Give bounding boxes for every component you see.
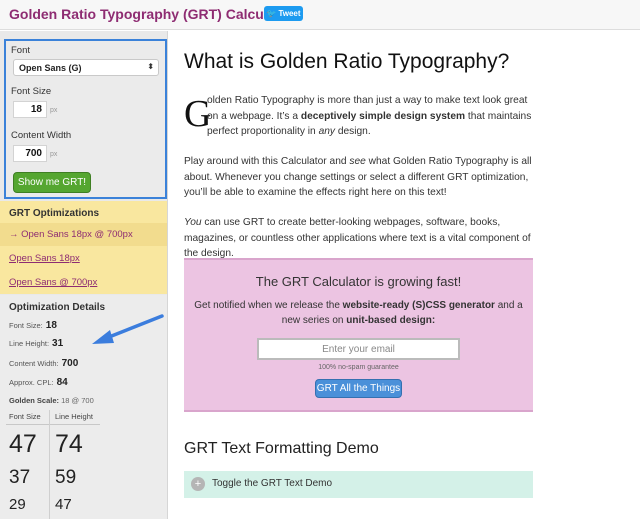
intro-text-3: design. [335, 126, 371, 137]
signup-bold-1: website-ready (S)CSS generator [342, 300, 495, 311]
detail-line-height: Line Height: 31 [9, 338, 63, 349]
detail-font-size-label: Font Size: [9, 321, 43, 330]
detail-golden-scale: Golden Scale: 18 @ 700 [9, 396, 94, 405]
optimization-link-font[interactable]: Open Sans 18px [9, 253, 80, 264]
play-paragraph: Play around with this Calculator and see… [184, 154, 536, 201]
scale-line-height-3: 47 [55, 496, 72, 513]
select-caret-icon: ⬍ [147, 62, 154, 71]
tweet-button[interactable]: 🐦 Tweet [264, 6, 303, 21]
signup-box: The GRT Calculator is growing fast! Get … [184, 258, 533, 412]
font-size-input[interactable]: 18 [13, 101, 47, 118]
play-em: see [349, 156, 366, 167]
use-paragraph: You can use GRT to create better-looking… [184, 215, 536, 262]
font-size-unit: px [50, 107, 58, 114]
detail-content-width: Content Width: 700 [9, 358, 78, 369]
play-text-1: Play around with this Calculator and [184, 156, 350, 167]
scale-line-height-2: 59 [55, 467, 77, 488]
grt-optimizations-panel: GRT Optimizations → Open Sans 18px @ 700… [0, 201, 167, 294]
settings-panel: Font Open Sans (G) ⬍ Font Size 18 px Con… [4, 39, 167, 199]
scale-font-size-1: 47 [9, 430, 37, 458]
detail-line-height-value: 31 [52, 338, 64, 349]
scale-header-divider [6, 424, 100, 425]
intro-paragraph: olden Ratio Typography is more than just… [207, 93, 537, 140]
detail-cpl-value: 84 [56, 377, 68, 388]
detail-font-size: Font Size: 18 [9, 320, 57, 331]
content-width-input[interactable]: 700 [13, 145, 47, 162]
use-em: You [184, 217, 202, 228]
detail-font-size-value: 18 [45, 320, 57, 331]
tweet-label: Tweet [278, 9, 301, 18]
scale-line-height-1: 74 [55, 430, 83, 458]
font-select[interactable]: Open Sans (G) ⬍ [13, 59, 159, 76]
font-size-label: Font Size [11, 86, 52, 97]
signup-title: The GRT Calculator is growing fast! [255, 274, 462, 289]
no-spam-note: 100% no-spam guarantee [318, 364, 399, 371]
toggle-demo-label: Toggle the GRT Text Demo [212, 478, 333, 489]
optimization-link-current[interactable]: → Open Sans 18px @ 700px [9, 229, 133, 240]
annotation-arrow-icon [92, 314, 164, 344]
scale-header-line-height: Line Height [55, 412, 93, 421]
intro-bold: deceptively simple design system [300, 110, 466, 122]
page-title: What is Golden Ratio Typography? [184, 50, 510, 73]
font-label: Font [11, 45, 31, 56]
use-text: can use GRT to create better-looking web… [184, 217, 531, 259]
toggle-demo-bar[interactable]: + Toggle the GRT Text Demo [184, 471, 533, 498]
twitter-bird-icon: 🐦 [266, 8, 277, 18]
grt-all-things-button[interactable]: GRT All the Things [315, 379, 402, 398]
detail-content-width-label: Content Width: [9, 359, 59, 368]
optimization-link-width[interactable]: Open Sans @ 700px [9, 277, 97, 288]
detail-cpl: Approx. CPL: 84 [9, 377, 68, 388]
scale-font-size-2: 37 [9, 467, 31, 488]
plus-icon: + [191, 477, 205, 491]
scale-font-size-3: 29 [9, 496, 26, 513]
signup-bold-2: unit-based design: [346, 315, 436, 326]
scale-column-divider [49, 410, 50, 519]
email-field[interactable]: Enter your email [257, 338, 460, 360]
show-me-grt-button[interactable]: Show me GRT! [13, 172, 91, 193]
detail-golden-scale-label: Golden Scale: [9, 396, 60, 405]
detail-golden-scale-value: 18 @ 700 [61, 396, 94, 405]
font-select-value: Open Sans (G) [19, 63, 82, 73]
signup-text-1: Get notified when we release the [194, 300, 343, 311]
signup-text: Get notified when we release the website… [194, 298, 523, 328]
detail-line-height-label: Line Height: [9, 339, 50, 348]
demo-title: GRT Text Formatting Demo [184, 440, 379, 457]
grt-optimizations-title: GRT Optimizations [9, 208, 99, 219]
detail-content-width-value: 700 [61, 358, 79, 369]
top-bar: Golden Ratio Typography (GRT) Calculator… [0, 0, 640, 30]
content-width-unit: px [50, 151, 58, 158]
app-title[interactable]: Golden Ratio Typography (GRT) Calculator [9, 6, 294, 22]
detail-cpl-label: Approx. CPL: [9, 378, 54, 387]
scale-header-font-size: Font Size [9, 412, 41, 421]
content-width-label: Content Width [11, 130, 72, 141]
intro-em: any [318, 126, 335, 137]
